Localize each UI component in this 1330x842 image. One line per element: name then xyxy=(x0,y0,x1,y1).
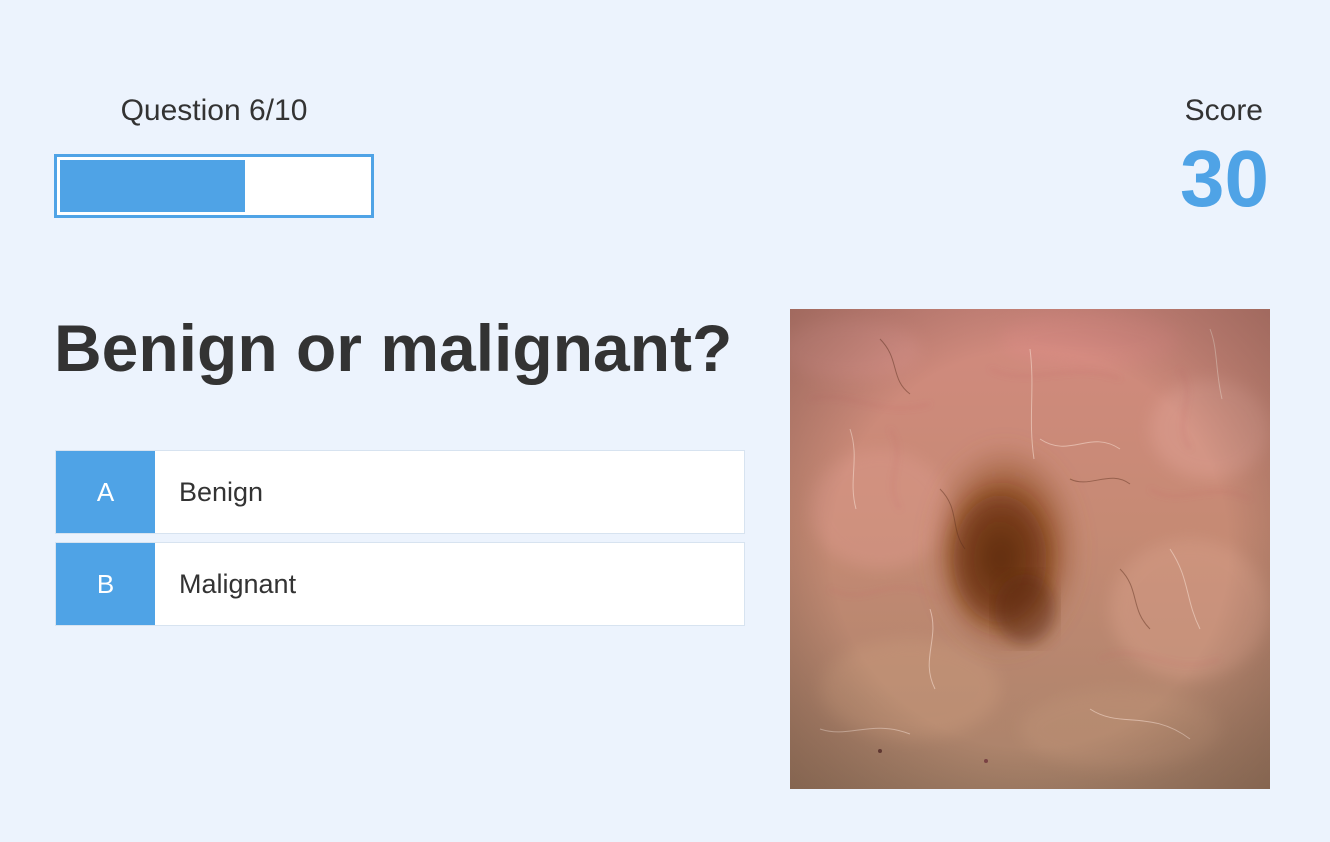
progress-bar xyxy=(54,154,374,218)
score-value: 30 xyxy=(1180,134,1269,223)
score-label: Score xyxy=(1184,94,1263,127)
answer-letter-b: B xyxy=(56,543,155,625)
lesion-image-graphic xyxy=(790,309,1270,789)
answer-option-b[interactable]: B Malignant xyxy=(55,542,745,626)
progress-bar-fill xyxy=(60,160,245,212)
answer-text-b: Malignant xyxy=(179,568,297,599)
answer-option-a[interactable]: A Benign xyxy=(55,450,745,534)
answer-text-a: Benign xyxy=(179,476,264,507)
question-title: Benign or malignant? xyxy=(54,311,733,385)
lesion-image xyxy=(790,309,1270,789)
answer-list: A Benign B Malignant xyxy=(55,450,745,634)
question-progress-label: Question 6/10 xyxy=(120,94,308,127)
answer-letter-a: A xyxy=(56,451,155,533)
